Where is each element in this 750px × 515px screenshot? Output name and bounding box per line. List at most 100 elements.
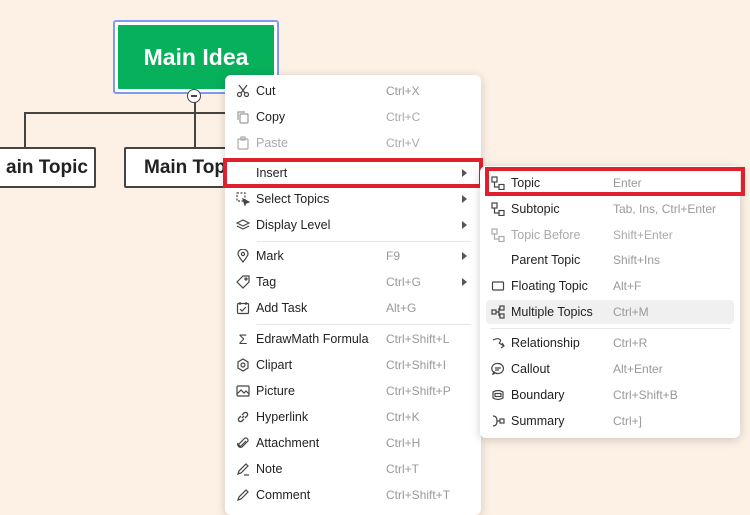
submenu-item-label: Topic Before	[511, 228, 581, 242]
main-topic-1[interactable]: ain Topic	[0, 147, 96, 188]
menu-separator	[257, 324, 471, 325]
sigma-icon: Σ	[238, 331, 248, 347]
menu-item-shortcut: Ctrl+H	[386, 436, 421, 450]
marker-icon	[235, 248, 251, 264]
tag-icon	[235, 274, 251, 290]
menu-separator	[490, 328, 730, 329]
submenu-item-topic-before[interactable]: Topic Before Shift+Enter	[486, 223, 734, 247]
boundary-icon	[490, 387, 506, 403]
submenu-item-callout[interactable]: Callout Alt+Enter	[486, 357, 734, 381]
submenu-item-summary[interactable]: Summary Ctrl+]	[486, 409, 734, 433]
submenu-item-subtopic[interactable]: Subtopic Tab, Ins, Ctrl+Enter	[486, 197, 734, 221]
link-icon	[235, 409, 251, 425]
submenu-arrow-icon	[462, 221, 467, 229]
context-menu: Cut Ctrl+X Copy Ctrl+C Paste Ctrl+V Inse…	[225, 75, 481, 515]
paste-icon	[235, 135, 251, 151]
paperclip-icon	[235, 435, 251, 451]
multiple-topics-icon	[490, 304, 506, 320]
menu-item-clipart[interactable]: Clipart Ctrl+Shift+I	[231, 353, 475, 377]
menu-item-add-task[interactable]: Add Task Alt+G	[231, 296, 475, 320]
menu-item-label: Add Task	[256, 301, 308, 315]
menu-item-note[interactable]: Note Ctrl+T	[231, 457, 475, 481]
menu-item-shortcut: Ctrl+Shift+I	[386, 358, 447, 372]
submenu-arrow-icon	[462, 195, 467, 203]
menu-item-cut[interactable]: Cut Ctrl+X	[231, 79, 475, 103]
submenu-item-multiple-topics[interactable]: Multiple Topics Ctrl+M	[486, 300, 734, 324]
menu-item-shortcut: Alt+G	[386, 301, 417, 315]
menu-item-picture[interactable]: Picture Ctrl+Shift+P	[231, 379, 475, 403]
menu-item-shortcut: Ctrl+Shift+L	[386, 332, 450, 346]
insert-submenu: Topic Enter Subtopic Tab, Ins, Ctrl+Ente…	[480, 166, 740, 438]
submenu-item-shortcut: Alt+Enter	[613, 362, 663, 376]
submenu-arrow-icon	[462, 252, 467, 260]
submenu-item-relationship[interactable]: Relationship Ctrl+R	[486, 331, 734, 355]
submenu-item-label: Floating Topic	[511, 279, 588, 293]
submenu-item-parent-topic[interactable]: Parent Topic Shift+Ins	[486, 248, 734, 272]
insert-highlight-box	[223, 158, 483, 188]
note-icon	[235, 461, 251, 477]
submenu-item-shortcut: Shift+Ins	[613, 253, 661, 267]
connector-left-drop	[24, 112, 26, 148]
menu-item-label: Mark	[256, 249, 284, 263]
menu-item-label: Cut	[256, 84, 276, 98]
submenu-item-shortcut: Ctrl+M	[613, 305, 649, 319]
menu-item-shortcut: Ctrl+C	[386, 110, 421, 124]
menu-item-label: Copy	[256, 110, 286, 124]
menu-item-label: Hyperlink	[256, 410, 309, 424]
menu-item-mark[interactable]: Mark F9	[231, 244, 475, 268]
copy-icon	[235, 109, 251, 125]
submenu-item-shortcut: Ctrl+Shift+B	[613, 388, 678, 402]
submenu-item-label: Relationship	[511, 336, 580, 350]
submenu-item-label: Boundary	[511, 388, 565, 402]
topic-before-icon	[490, 227, 506, 243]
task-icon	[235, 300, 251, 316]
menu-item-shortcut: F9	[386, 249, 401, 263]
submenu-arrow-icon	[462, 278, 467, 286]
submenu-item-label: Multiple Topics	[511, 305, 593, 319]
connector-right-drop	[194, 112, 196, 148]
submenu-item-label: Subtopic	[511, 202, 560, 216]
submenu-item-boundary[interactable]: Boundary Ctrl+Shift+B	[486, 383, 734, 407]
main-topic-2-label: Main Topic	[144, 156, 236, 178]
submenu-item-shortcut: Ctrl+]	[613, 414, 643, 428]
menu-item-label: EdrawMath Formula	[256, 332, 369, 346]
menu-item-edrawmath-formula[interactable]: Σ EdrawMath Formula Ctrl+Shift+L	[231, 327, 475, 351]
menu-item-label: Paste	[256, 136, 288, 150]
menu-item-label: Display Level	[256, 218, 331, 232]
menu-item-shortcut: Ctrl+V	[386, 136, 420, 150]
menu-item-tag[interactable]: Tag Ctrl+G	[231, 270, 475, 294]
menu-item-attachment[interactable]: Attachment Ctrl+H	[231, 431, 475, 455]
comment-icon	[235, 487, 251, 503]
relationship-icon	[490, 335, 506, 351]
topic-highlight-box	[485, 167, 745, 196]
clipart-icon	[235, 357, 251, 373]
menu-item-shortcut: Ctrl+T	[386, 462, 419, 476]
floating-topic-icon	[490, 278, 506, 294]
menu-item-label: Tag	[256, 275, 277, 289]
main-topic-2[interactable]: Main Topic	[124, 147, 236, 188]
menu-item-shortcut: Ctrl+Shift+P	[386, 384, 451, 398]
submenu-item-label: Parent Topic	[511, 253, 581, 267]
menu-item-label: Picture	[256, 384, 295, 398]
submenu-item-label: Summary	[511, 414, 565, 428]
subtopic-icon	[490, 201, 506, 217]
menu-item-paste[interactable]: Paste Ctrl+V	[231, 131, 475, 155]
menu-item-shortcut: Ctrl+K	[386, 410, 420, 424]
menu-item-select-topics[interactable]: Select Topics	[231, 187, 475, 211]
scissors-icon	[235, 83, 251, 99]
submenu-item-floating-topic[interactable]: Floating Topic Alt+F	[486, 274, 734, 298]
menu-separator	[257, 241, 471, 242]
menu-item-comment[interactable]: Comment Ctrl+Shift+T	[231, 483, 475, 507]
menu-item-display-level[interactable]: Display Level	[231, 213, 475, 237]
submenu-item-shortcut: Alt+F	[613, 279, 642, 293]
select-topics-icon	[235, 191, 251, 207]
menu-item-shortcut: Ctrl+G	[386, 275, 422, 289]
collapse-toggle-icon[interactable]	[187, 89, 201, 103]
menu-item-label: Select Topics	[256, 192, 330, 206]
menu-item-shortcut: Ctrl+X	[386, 84, 420, 98]
menu-item-hyperlink[interactable]: Hyperlink Ctrl+K	[231, 405, 475, 429]
submenu-item-shortcut: Shift+Enter	[613, 228, 673, 242]
menu-item-copy[interactable]: Copy Ctrl+C	[231, 105, 475, 129]
layers-icon	[235, 217, 251, 233]
callout-icon	[490, 361, 506, 377]
